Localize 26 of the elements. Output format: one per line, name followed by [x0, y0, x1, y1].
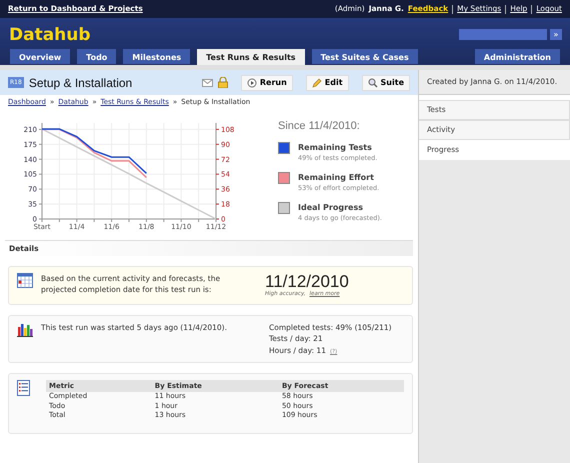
bar-chart-icon	[17, 322, 33, 337]
toolbar-button[interactable]: Suite	[362, 74, 410, 90]
nav-tab[interactable]: Todo	[77, 49, 116, 64]
legend-title: Since 11/4/2010:	[278, 118, 361, 134]
legend-name: Remaining Effort	[298, 172, 375, 184]
app-name: Datahub	[9, 24, 91, 47]
page-title: Setup & Installation	[28, 74, 132, 92]
toolbar-button[interactable]: Edit	[306, 74, 349, 90]
legend-name: Remaining Tests	[298, 142, 373, 154]
nav-tab[interactable]: Test Suites & Cases	[312, 49, 418, 64]
nav-tab[interactable]: Test Runs & Results	[197, 49, 305, 65]
lock-icon	[218, 77, 228, 88]
pencil-icon	[312, 78, 322, 88]
email-icon	[202, 78, 213, 86]
completion-date: 11/12/2010	[265, 272, 349, 290]
toolbar-button[interactable]: Rerun	[240, 74, 293, 90]
play-icon	[246, 78, 257, 88]
magnifier-icon	[368, 78, 378, 88]
nav-tab[interactable]: Overview	[10, 49, 70, 64]
legend-name: Ideal Progress	[298, 202, 364, 214]
calendar-icon	[17, 272, 33, 288]
nav-tab[interactable]: Administration	[474, 49, 560, 64]
nav-tab[interactable]: Milestones	[123, 49, 190, 64]
search-field[interactable]	[459, 29, 547, 40]
search-button[interactable]: »	[550, 29, 562, 40]
list-icon	[17, 380, 30, 396]
